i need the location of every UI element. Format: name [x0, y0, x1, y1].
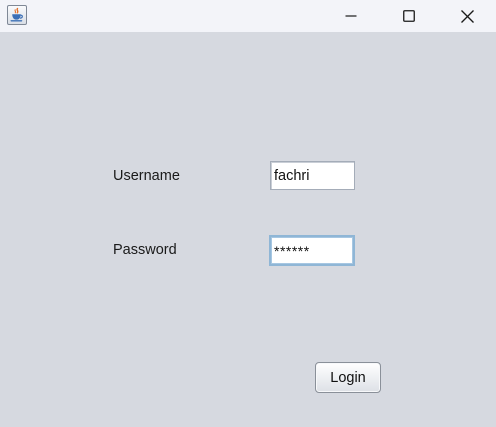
close-button[interactable]	[438, 0, 496, 32]
title-bar[interactable]	[0, 0, 496, 32]
maximize-icon	[403, 10, 415, 22]
maximize-button[interactable]	[380, 0, 438, 32]
username-input[interactable]	[270, 161, 355, 190]
java-coffee-icon[interactable]	[7, 5, 27, 25]
close-icon	[460, 9, 474, 23]
form-panel: Username Password Login	[0, 32, 496, 427]
password-label: Password	[113, 242, 177, 258]
minimize-icon	[345, 15, 357, 17]
password-input[interactable]	[269, 235, 355, 266]
minimize-button[interactable]	[322, 0, 380, 32]
login-button[interactable]: Login	[315, 362, 381, 393]
login-window: Username Password Login	[0, 0, 496, 427]
username-label: Username	[113, 168, 180, 184]
